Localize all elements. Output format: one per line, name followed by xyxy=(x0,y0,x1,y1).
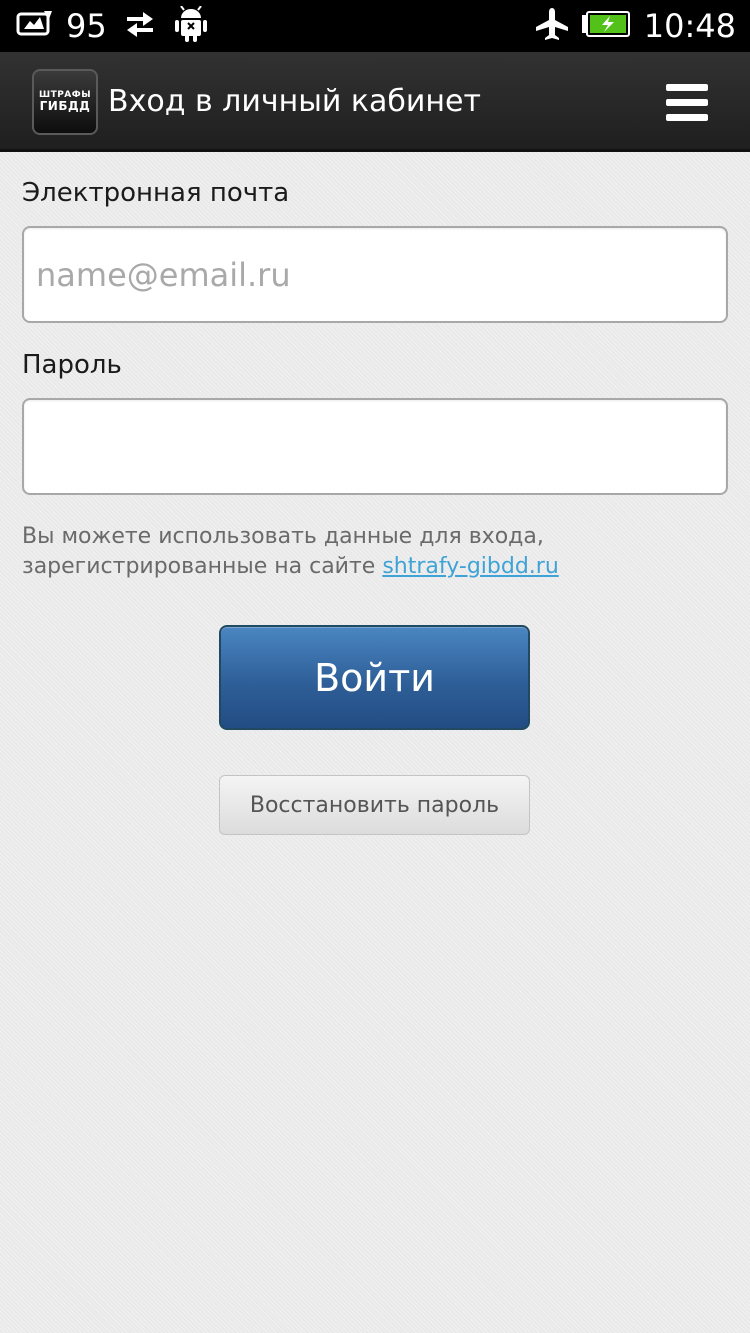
action-bar: ШТРАФЫ ГИБДД Вход в личный кабинет xyxy=(0,52,750,152)
email-label: Электронная почта xyxy=(22,178,290,208)
clock: 10:48 xyxy=(643,7,736,45)
hint-text: Вы можете использовать данные для входа,… xyxy=(22,522,728,582)
battery-charging-icon xyxy=(581,10,630,42)
site-link[interactable]: shtrafy-gibdd.ru xyxy=(382,554,558,579)
logo-line-2: ГИБДД xyxy=(39,99,91,114)
email-field[interactable] xyxy=(22,226,728,323)
notification-count: 95 xyxy=(66,7,107,45)
status-bar-right: 10:48 xyxy=(534,0,736,52)
page-title: Вход в личный кабинет xyxy=(108,84,481,119)
password-field[interactable] xyxy=(22,398,728,495)
android-debug-icon xyxy=(174,4,207,47)
status-bar-left: 95 xyxy=(16,0,207,52)
restore-password-button[interactable]: Восстановить пароль xyxy=(219,775,530,835)
status-bar: 95 10:48 xyxy=(0,0,750,52)
message-icon xyxy=(16,9,54,44)
app-logo[interactable]: ШТРАФЫ ГИБДД xyxy=(32,69,98,135)
airplane-icon xyxy=(534,6,570,47)
sync-arrows-icon xyxy=(123,10,157,43)
password-label: Пароль xyxy=(22,350,122,380)
login-button[interactable]: Войти xyxy=(219,625,530,730)
hamburger-menu-icon[interactable] xyxy=(666,82,710,122)
